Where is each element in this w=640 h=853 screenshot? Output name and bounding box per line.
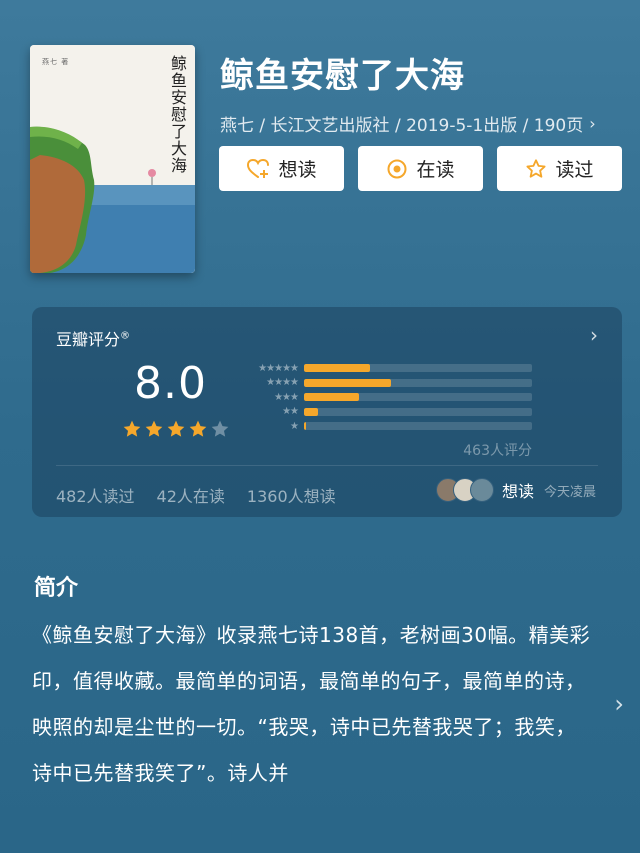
mini-stars-icon: ★★★★★ — [258, 362, 299, 374]
star-empty-icon — [211, 420, 229, 437]
mini-stars-icon: ★★ — [282, 406, 299, 418]
star-filled-icon — [167, 420, 185, 437]
cover-title: 鲸鱼安慰了大海 — [168, 55, 187, 174]
rating-distribution: ★★★★★ ★★★★ ★★★ ★★ ★ — [238, 361, 532, 434]
reading-button[interactable]: 在读 — [358, 146, 483, 191]
reading-label: 在读 — [416, 159, 455, 181]
friend-action: 想读 — [501, 482, 534, 501]
heart-plus-icon — [246, 158, 270, 180]
book-cover[interactable]: 燕七 著 鲸鱼安慰了大海 — [30, 45, 195, 273]
friend-avatars — [435, 478, 494, 502]
chevron-right-icon: › — [589, 114, 596, 133]
star-filled-icon — [145, 420, 163, 437]
rating-source-text: 豆瓣评分 — [56, 330, 121, 349]
registered-mark: ® — [120, 330, 131, 342]
mini-stars-icon: ★★★★ — [266, 377, 299, 389]
reading-count[interactable]: 42人在读 — [157, 483, 225, 507]
reader-counts: 482人读过 42人在读 1360人想读 — [56, 483, 336, 507]
rating-score: 8.0 — [134, 358, 207, 409]
rating-distribution-row: ★★ — [238, 405, 532, 420]
avatar — [469, 478, 494, 502]
mini-stars-icon: ★★★ — [274, 391, 299, 403]
intro-heading: 简介 — [34, 576, 79, 601]
vote-count: 463人评分 — [463, 443, 532, 459]
rating-distribution-row: ★ — [238, 419, 532, 434]
want-to-read-button[interactable]: 想读 — [219, 146, 344, 191]
rating-bar — [304, 422, 532, 431]
mini-stars-icon: ★ — [290, 420, 299, 432]
rating-bar-fill — [304, 378, 391, 387]
read-label: 读过 — [555, 159, 594, 181]
read-button[interactable]: 读过 — [497, 146, 622, 191]
book-meta[interactable]: 燕七 / 长江文艺出版社 / 2019-5-1出版 / 190页 › — [220, 111, 596, 136]
rating-bar-fill — [304, 364, 371, 373]
target-circle-icon — [386, 158, 408, 180]
book-title: 鲸鱼安慰了大海 — [220, 56, 465, 96]
rating-distribution-row: ★★★★ — [238, 376, 532, 391]
rating-stars — [122, 419, 230, 439]
rating-bar — [304, 393, 532, 402]
chevron-right-icon[interactable]: › — [590, 323, 598, 347]
cover-author: 燕七 著 — [42, 58, 70, 66]
action-buttons: 想读 在读 读过 — [219, 146, 622, 191]
friend-time: 今天凌晨 — [543, 484, 596, 500]
rating-card[interactable]: 豆瓣评分® › 8.0 ★★★★★ ★★★★ ★★★ ★★ ★ 463人评分 482人读… — [32, 307, 622, 517]
read-count[interactable]: 482人读过 — [56, 483, 135, 507]
divider — [56, 465, 598, 466]
want-count[interactable]: 1360人想读 — [247, 483, 336, 507]
rating-bar — [304, 378, 532, 387]
rating-bar-fill — [304, 407, 318, 416]
star-filled-icon — [123, 420, 141, 437]
star-outline-icon — [525, 158, 547, 180]
rating-source-label: 豆瓣评分® — [56, 326, 130, 350]
rating-bar-fill — [304, 393, 359, 402]
rating-bar — [304, 407, 532, 416]
rating-distribution-row: ★★★ — [238, 390, 532, 405]
intro-text[interactable]: 《鲸鱼安慰了大海》收录燕七诗138首，老树画30幅。精美彩印，值得收藏。最简单的… — [32, 612, 592, 796]
book-meta-text: 燕七 / 长江文艺出版社 / 2019-5-1出版 / 190页 — [220, 116, 584, 136]
want-to-read-label: 想读 — [278, 159, 317, 181]
rating-distribution-row: ★★★★★ — [238, 361, 532, 376]
chevron-right-icon[interactable]: › — [614, 690, 624, 718]
friend-activity[interactable]: 想读 今天凌晨 — [435, 478, 596, 502]
rating-bar-fill — [304, 422, 307, 431]
star-filled-icon — [189, 420, 207, 437]
rating-bar — [304, 364, 532, 373]
